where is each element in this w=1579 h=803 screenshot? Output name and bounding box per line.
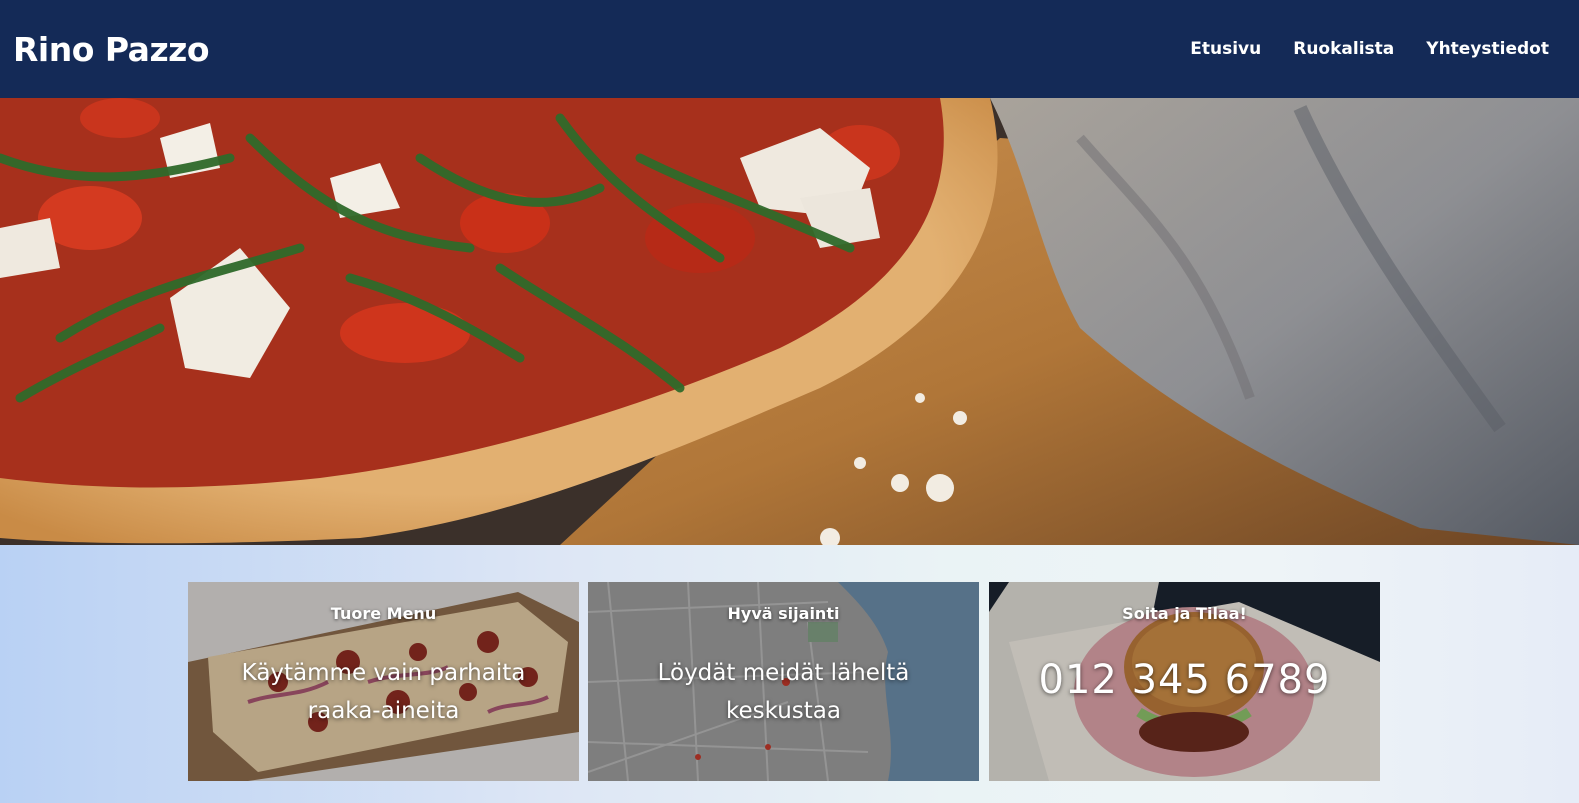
nav-item-etusivu[interactable]: Etusivu bbox=[1190, 39, 1261, 59]
nav-item-ruokalista[interactable]: Ruokalista bbox=[1293, 39, 1394, 59]
card-title: Soita ja Tilaa! bbox=[1122, 604, 1247, 623]
card-title: Hyvä sijainti bbox=[727, 604, 840, 623]
feature-card-order[interactable]: Soita ja Tilaa! 012 345 6789 bbox=[989, 582, 1380, 781]
site-header: Rino Pazzo Etusivu Ruokalista Yhteystied… bbox=[0, 0, 1579, 98]
nav-item-yhteystiedot[interactable]: Yhteystiedot bbox=[1426, 39, 1549, 59]
site-logo[interactable]: Rino Pazzo bbox=[13, 30, 210, 69]
card-title: Tuore Menu bbox=[330, 604, 437, 623]
features-band: Tuore Menu Käytämme vain parhaita raaka-… bbox=[0, 545, 1579, 803]
feature-card-menu[interactable]: Tuore Menu Käytämme vain parhaita raaka-… bbox=[188, 582, 579, 781]
main-nav: Etusivu Ruokalista Yhteystiedot bbox=[1190, 39, 1549, 59]
card-text: Käytämme vain parhaita raaka-aineita bbox=[241, 660, 526, 724]
phone-number[interactable]: 012 345 6789 bbox=[989, 657, 1380, 703]
pizza-photo bbox=[0, 98, 1579, 545]
hero-image bbox=[0, 98, 1579, 545]
card-text: Löydät meidät läheltä keskustaa bbox=[657, 660, 910, 724]
feature-card-location[interactable]: Hyvä sijainti Löydät meidät läheltä kesk… bbox=[588, 582, 979, 781]
